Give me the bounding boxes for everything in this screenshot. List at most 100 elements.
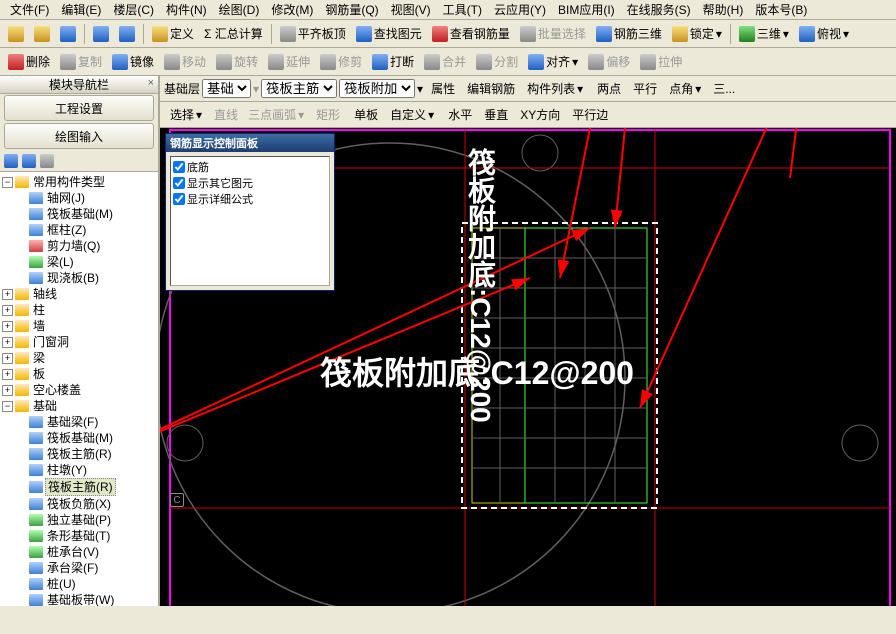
tb-split[interactable]: 分割 (472, 51, 522, 72)
sidebar-close-icon[interactable]: × (148, 77, 154, 89)
menu-online[interactable]: 在线服务(S) (621, 0, 697, 20)
tb-flat[interactable]: 平齐板顶 (276, 23, 350, 44)
tb-extend[interactable]: 延伸 (264, 51, 314, 72)
tree-g-col[interactable]: 柱 (31, 302, 47, 318)
tree-g-beam[interactable]: 梁 (31, 350, 47, 366)
tb-undo[interactable] (89, 24, 113, 44)
panel-chk-bottom[interactable]: 底筋 (173, 159, 327, 175)
tree-toggle[interactable]: + (2, 369, 13, 380)
menu-draw[interactable]: 绘图(D) (213, 0, 266, 20)
tb-lock[interactable]: 锁定▾ (668, 23, 726, 44)
tree-g-slab[interactable]: 板 (31, 366, 47, 382)
menu-modify[interactable]: 修改(M) (265, 0, 319, 20)
menu-file[interactable]: 文件(F) (4, 0, 55, 20)
tb-multi[interactable]: 自定义▾ (384, 104, 438, 125)
menu-edit[interactable]: 编辑(E) (55, 0, 107, 20)
menu-cloud[interactable]: 云应用(Y) (488, 0, 552, 20)
tb-sum[interactable]: Σ 汇总计算 (200, 23, 267, 44)
menu-help[interactable]: 帮助(H) (697, 0, 750, 20)
tb-rotate[interactable]: 旋转 (212, 51, 262, 72)
menu-bim[interactable]: BIM应用(I) (552, 0, 621, 20)
tb-edge[interactable]: 平行边 (566, 104, 612, 125)
tb-mirror[interactable]: 镜像 (108, 51, 158, 72)
tb-bird[interactable]: 俯视▾ (795, 23, 853, 44)
tb-parallel[interactable]: 平行 (627, 78, 661, 99)
tb-stretch[interactable]: 拉伸 (636, 51, 686, 72)
tb-rebar3d[interactable]: 钢筋三维 (592, 23, 666, 44)
tb-arc[interactable]: 三点画弧▾ (244, 104, 308, 125)
tree-b8[interactable]: 条形基础(T) (45, 528, 112, 544)
tb-align[interactable]: 对齐▾ (524, 51, 582, 72)
menu-component[interactable]: 构件(N) (160, 0, 213, 20)
layer-select[interactable]: 基础 (202, 79, 251, 98)
tree-toggle[interactable]: − (2, 177, 13, 188)
tb-vert[interactable]: 垂直 (478, 104, 512, 125)
rebar-main-select[interactable]: 筏板主筋 (261, 79, 337, 98)
tree-root[interactable]: 常用构件类型 (31, 174, 107, 190)
tree-b9[interactable]: 桩承台(V) (45, 544, 101, 560)
menu-floor[interactable]: 楼层(C) (107, 0, 160, 20)
tree-toggle[interactable]: + (2, 305, 13, 316)
tb-del[interactable]: 删除 (4, 51, 54, 72)
tree-g-wall[interactable]: 墙 (31, 318, 47, 334)
tb-select[interactable]: 选择▾ (164, 104, 206, 125)
tree-b2[interactable]: 筏板基础(M) (45, 430, 115, 446)
tree-g-foundation[interactable]: 基础 (31, 398, 59, 414)
expand-icon[interactable] (4, 154, 18, 168)
collapse-icon[interactable] (22, 154, 36, 168)
tb-edit[interactable]: 编辑钢筋 (461, 78, 519, 99)
tree-b12[interactable]: 基础板带(W) (45, 592, 116, 606)
tree-slab[interactable]: 现浇板(B) (45, 270, 101, 286)
tree-g-hollow[interactable]: 空心楼盖 (31, 382, 83, 398)
drawing-canvas[interactable]: 筏板附加底:C12@200 筏板附加底:C12@200 C 钢筋显示控制面板 底… (160, 128, 896, 606)
tree-b6[interactable]: 筏板负筋(X) (45, 496, 113, 512)
tree-g-axis[interactable]: 轴线 (31, 286, 59, 302)
tb-merge[interactable]: 合并 (420, 51, 470, 72)
panel-chk-other[interactable]: 显示其它图元 (173, 175, 327, 191)
tree-b1[interactable]: 基础梁(F) (45, 414, 100, 430)
tb-new[interactable] (4, 24, 28, 44)
tb-find[interactable]: 查找图元 (352, 23, 426, 44)
tree-toggle[interactable]: + (2, 337, 13, 348)
tb-prop[interactable]: 属性 (425, 78, 459, 99)
tb-batch[interactable]: 批量选择 (516, 23, 590, 44)
tb-move[interactable]: 移动 (160, 51, 210, 72)
tb-list[interactable]: 构件列表▾ (521, 78, 587, 99)
tb-trim[interactable]: 修剪 (316, 51, 366, 72)
tree-beam[interactable]: 梁(L) (45, 254, 76, 270)
tree-toggle[interactable]: + (2, 321, 13, 332)
tb-three[interactable]: 三... (707, 78, 739, 99)
tree-toggle[interactable]: − (2, 401, 13, 412)
tree-toggle[interactable]: + (2, 289, 13, 300)
tb-line[interactable]: 直线 (210, 104, 242, 125)
tb-offset[interactable]: 偏移 (584, 51, 634, 72)
component-tree[interactable]: −常用构件类型 轴网(J) 筏板基础(M) 框柱(Z) 剪力墙(Q) 梁(L) … (0, 172, 158, 606)
tree-toggle[interactable]: + (2, 353, 13, 364)
tb-apex[interactable]: 点角▾ (663, 78, 705, 99)
tb-redo[interactable] (115, 24, 139, 44)
tb-level[interactable]: 水平 (442, 104, 476, 125)
tree-axis[interactable]: 轴网(J) (45, 190, 87, 206)
panel-title[interactable]: 钢筋显示控制面板 (166, 134, 334, 152)
tb-viewrebar[interactable]: 查看钢筋量 (428, 23, 514, 44)
chk-other[interactable] (173, 177, 185, 189)
tb-single[interactable]: 单板 (348, 104, 382, 125)
tree-toggle[interactable]: + (2, 385, 13, 396)
tb-save[interactable] (56, 24, 80, 44)
tb-break[interactable]: 打断 (368, 51, 418, 72)
rebar-display-panel[interactable]: 钢筋显示控制面板 底筋 显示其它图元 显示详细公式 (165, 133, 335, 291)
tree-g-door[interactable]: 门窗洞 (31, 334, 71, 350)
menu-view[interactable]: 视图(V) (385, 0, 437, 20)
tb-open[interactable] (30, 24, 54, 44)
rebar-extra-select[interactable]: 筏板附加 (339, 79, 415, 98)
tree-b3[interactable]: 筏板主筋(R) (45, 446, 114, 462)
tb-copy[interactable]: 复制 (56, 51, 106, 72)
tree-b10[interactable]: 承台梁(F) (45, 560, 100, 576)
refresh-icon[interactable] (40, 154, 54, 168)
menu-tools[interactable]: 工具(T) (437, 0, 488, 20)
tree-raft[interactable]: 筏板基础(M) (45, 206, 115, 222)
chk-bottom[interactable] (173, 161, 185, 173)
menu-rebar[interactable]: 钢筋量(Q) (319, 0, 384, 20)
sidebar-tab-settings[interactable]: 工程设置 (4, 95, 154, 121)
tb-3d[interactable]: 三维▾ (735, 23, 793, 44)
